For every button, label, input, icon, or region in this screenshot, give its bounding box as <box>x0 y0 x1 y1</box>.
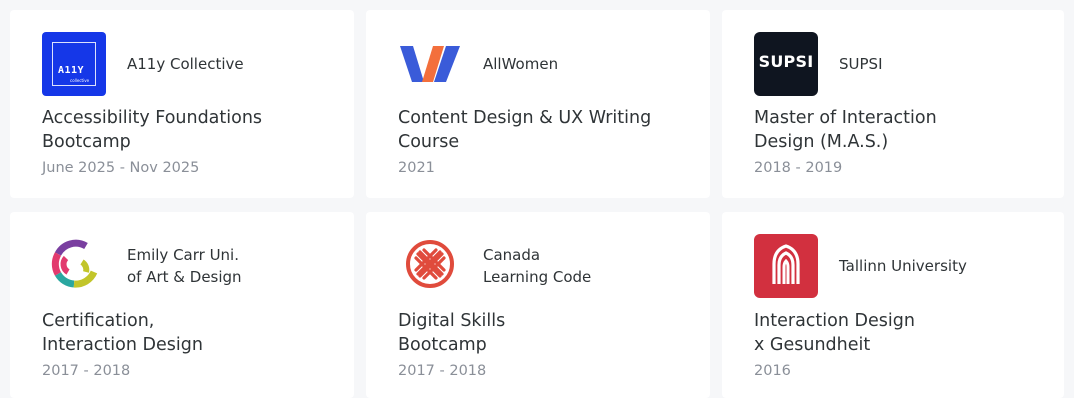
supsi-logo-icon: SUPSI <box>754 32 818 96</box>
allwomen-logo-icon <box>398 32 462 96</box>
institution-name: A11y Collective <box>127 55 244 73</box>
course-date: 2018 - 2019 <box>754 160 843 176</box>
institution-name: Emily Carr Uni. of Art & Design <box>127 246 242 286</box>
a11y-collective-logo-icon: A11Y collective <box>42 32 106 96</box>
education-grid: A11Y collective A11y Collective Accessib… <box>0 0 1074 398</box>
emily-carr-logo-icon <box>42 232 106 296</box>
education-card-tallinn-university: Tallinn University Interaction Design x … <box>722 212 1064 398</box>
institution-name: Canada Learning Code <box>483 246 592 286</box>
course-date: 2016 <box>754 363 791 379</box>
course-title: Certification, Interaction Design <box>42 311 203 355</box>
course-date: 2017 - 2018 <box>398 363 487 379</box>
tallinn-university-logo-icon <box>754 234 818 298</box>
institution-name: AllWomen <box>483 55 559 73</box>
course-title: Digital Skills Bootcamp <box>398 311 506 355</box>
institution-name: Tallinn University <box>839 257 967 275</box>
course-date: June 2025 - Nov 2025 <box>42 160 200 176</box>
course-title: Content Design & UX Writing Course <box>398 108 652 152</box>
education-card-allwomen: AllWomen Content Design & UX Writing Cou… <box>366 10 710 198</box>
institution-name: SUPSI <box>839 55 883 73</box>
course-date: 2021 <box>398 160 435 176</box>
education-card-a11y-collective: A11Y collective A11y Collective Accessib… <box>10 10 354 198</box>
education-card-supsi: SUPSI SUPSI Master of Interaction Design… <box>722 10 1064 198</box>
course-title: Interaction Design x Gesundheit <box>754 311 915 355</box>
education-card-emily-carr: Emily Carr Uni. of Art & Design Certific… <box>10 212 354 398</box>
course-date: 2017 - 2018 <box>42 363 131 379</box>
course-title: Accessibility Foundations Bootcamp <box>42 108 263 152</box>
canada-learning-code-logo-icon <box>398 232 462 296</box>
education-card-canada-learning-code: Canada Learning Code Digital Skills Boot… <box>366 212 710 398</box>
course-title: Master of Interaction Design (M.A.S.) <box>754 108 937 152</box>
